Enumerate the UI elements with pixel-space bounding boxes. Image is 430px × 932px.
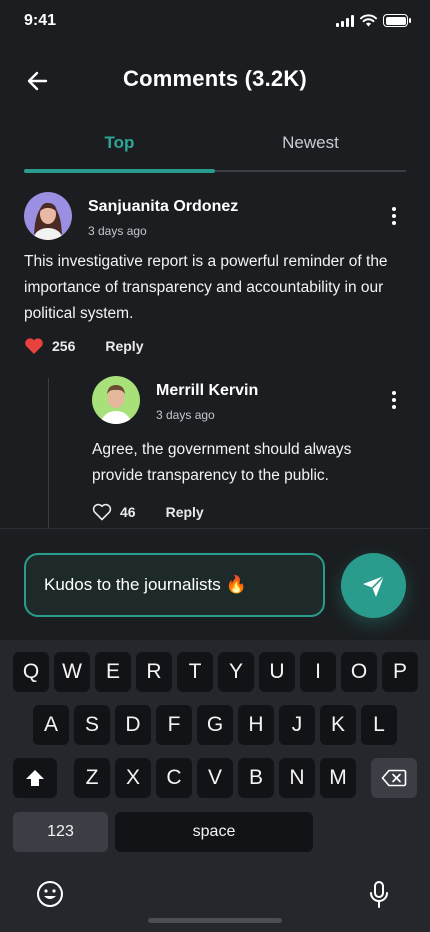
reply-button[interactable]: Reply — [166, 504, 204, 520]
key-d[interactable]: D — [115, 705, 151, 745]
key-v[interactable]: V — [197, 758, 233, 798]
key-n[interactable]: N — [279, 758, 315, 798]
heart-outline-icon — [92, 503, 112, 521]
active-tab-indicator — [24, 169, 215, 173]
key-k[interactable]: K — [320, 705, 356, 745]
comment-composer: Kudos to the journalists 🔥 — [0, 528, 430, 640]
key-e[interactable]: E — [95, 652, 131, 692]
key-g[interactable]: G — [197, 705, 233, 745]
like-button[interactable]: 46 — [92, 503, 136, 521]
key-h[interactable]: H — [238, 705, 274, 745]
key-j[interactable]: J — [279, 705, 315, 745]
emoji-button[interactable] — [36, 880, 64, 913]
comment-time: 3 days ago — [88, 224, 147, 238]
comment-actions: 46 Reply — [92, 500, 204, 524]
key-b[interactable]: B — [238, 758, 274, 798]
like-button[interactable]: 256 — [24, 337, 75, 355]
key-a[interactable]: A — [33, 705, 69, 745]
avatar[interactable] — [92, 376, 140, 424]
more-options-button[interactable] — [384, 202, 404, 230]
comment-time: 3 days ago — [156, 408, 215, 422]
comment-text: This investigative report is a powerful … — [24, 253, 388, 322]
like-count: 46 — [120, 504, 136, 520]
more-vertical-icon — [392, 391, 396, 395]
tab-top[interactable]: Top — [24, 124, 215, 168]
like-count: 256 — [52, 338, 76, 354]
page-title: Comments (3.2K) — [123, 66, 307, 91]
space-key[interactable]: space — [115, 812, 313, 852]
shift-key[interactable] — [13, 758, 57, 798]
comment-input[interactable]: Kudos to the journalists 🔥 — [24, 553, 325, 617]
more-vertical-icon — [392, 207, 396, 211]
battery-icon — [383, 14, 411, 27]
key-r[interactable]: R — [136, 652, 172, 692]
delete-key[interactable] — [371, 758, 417, 798]
microphone-icon — [370, 881, 388, 908]
avatar[interactable] — [24, 192, 72, 240]
send-button[interactable] — [341, 553, 406, 618]
comment-author[interactable]: Merrill Kervin — [156, 382, 258, 400]
keyboard: Q W E R T Y U I O P A S D F G H J K L Z … — [0, 640, 430, 932]
home-indicator — [148, 918, 282, 923]
key-z[interactable]: Z — [74, 758, 110, 798]
dictation-button[interactable] — [368, 880, 390, 915]
comment-sort-tabs: Top Newest — [24, 124, 406, 174]
status-icons — [336, 14, 411, 27]
tab-newest[interactable]: Newest — [215, 124, 406, 168]
shift-icon — [26, 770, 44, 786]
wifi-icon — [360, 14, 377, 27]
cellular-signal-icon — [336, 14, 354, 27]
key-y[interactable]: Y — [218, 652, 254, 692]
more-options-button[interactable] — [384, 386, 404, 414]
key-f[interactable]: F — [156, 705, 192, 745]
key-u[interactable]: U — [259, 652, 295, 692]
key-t[interactable]: T — [177, 652, 213, 692]
key-o[interactable]: O — [341, 652, 377, 692]
key-l[interactable]: L — [361, 705, 397, 745]
comment-text: Agree, the government should always prov… — [92, 441, 352, 484]
comment-actions: 256 Reply — [24, 334, 143, 358]
key-i[interactable]: I — [300, 652, 336, 692]
key-s[interactable]: S — [74, 705, 110, 745]
reply-button[interactable]: Reply — [105, 338, 143, 354]
key-x[interactable]: X — [115, 758, 151, 798]
key-m[interactable]: M — [320, 758, 356, 798]
key-w[interactable]: W — [54, 652, 90, 692]
header: Comments (3.2K) — [0, 56, 430, 106]
reply-comment-item: Merrill Kervin 3 days ago Agree, the gov… — [0, 376, 430, 528]
comment-item: Sanjuanita Ordonez 3 days ago This inves… — [0, 192, 430, 368]
key-c[interactable]: C — [156, 758, 192, 798]
send-icon — [362, 574, 385, 597]
backspace-icon — [381, 769, 407, 787]
comment-author[interactable]: Sanjuanita Ordonez — [88, 198, 238, 216]
status-time: 9:41 — [24, 12, 57, 29]
numbers-key[interactable]: 123 — [13, 812, 108, 852]
heart-icon — [25, 338, 43, 354]
emoji-icon — [37, 881, 63, 907]
status-bar: 9:41 — [0, 0, 430, 44]
key-q[interactable]: Q — [13, 652, 49, 692]
key-p[interactable]: P — [382, 652, 418, 692]
